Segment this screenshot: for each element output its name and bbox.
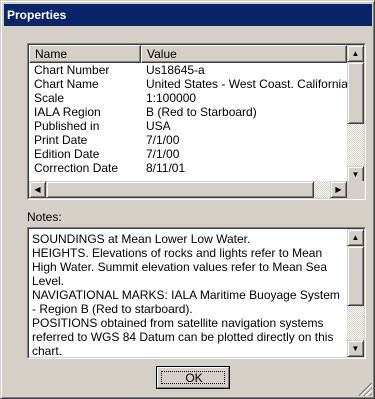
row-value-cell: Us18645-a [146,63,205,77]
scrollbar-corner [347,181,364,198]
row-value-cell: USA [146,119,171,133]
arrow-up-icon[interactable]: ▲ [347,45,364,62]
row-value-cell: 1:100000 [146,91,197,105]
list-row[interactable]: Correction Date 8/11/01 [29,161,347,175]
resize-grip-icon[interactable] [359,383,372,396]
ok-button[interactable]: OK [156,366,230,389]
notes-text[interactable]: SOUNDINGS at Mean Lower Low Water. HEIGH… [32,232,344,356]
list-row[interactable]: Chart Name United States - West Coast. Ca… [29,77,347,91]
list-vscroll-thumb[interactable] [347,62,364,124]
list-row[interactable]: Chart Number Us18645-a [29,63,347,77]
row-name-cell: Print Date [34,133,88,147]
row-value-cell: 8/11/01 [146,161,186,175]
notes-box[interactable]: SOUNDINGS at Mean Lower Low Water. HEIGH… [27,227,366,359]
arrow-down-icon[interactable]: ▼ [347,340,364,357]
list-row[interactable]: IALA Region B (Red to Starboard) [29,105,347,119]
list-row[interactable]: Edition Date 7/1/00 [29,147,347,161]
row-name-cell: Correction Date [34,161,119,175]
row-value-cell: 7/1/00 [146,147,180,161]
column-header-name[interactable]: Name [29,45,141,63]
list-rows: Chart Number Us18645-a Chart Name United St… [29,63,347,175]
list-hscroll-thumb[interactable] [46,181,314,198]
column-header-value[interactable]: Value [141,45,347,63]
row-value-cell: B (Red to Starboard) [146,105,257,119]
notes-vertical-scrollbar[interactable]: ▲ ▼ [347,229,364,357]
row-name-cell: Edition Date [34,147,100,161]
list-vertical-scrollbar[interactable]: ▲ ▼ [347,45,364,183]
list-row[interactable]: Scale 1:100000 [29,91,347,105]
arrow-right-icon[interactable]: ▶ [330,181,347,198]
notes-label: Notes: [27,210,62,224]
ok-label: OK [185,371,203,385]
row-name-cell: Published in [34,119,100,133]
arrow-up-icon[interactable]: ▲ [347,229,364,246]
row-name-cell: Scale [34,91,65,105]
arrow-left-icon[interactable]: ◀ [29,181,46,198]
row-name-cell: IALA Region [34,105,101,119]
properties-dialog: Properties Name Value Chart Number Us1864… [0,0,375,399]
row-name-cell: Chart Name [34,77,99,91]
notes-vscroll-thumb[interactable] [347,246,364,306]
list-row[interactable]: Print Date 7/1/00 [29,133,347,147]
dialog-title: Properties [4,4,372,26]
properties-list[interactable]: Name Value Chart Number Us18645-a Chart Na… [27,43,366,200]
row-value-cell: United States - West Coast. California. [146,77,347,91]
list-header: Name Value [29,45,347,63]
row-value-cell: 7/1/00 [146,133,180,147]
list-row[interactable]: Published in USA [29,119,347,133]
list-horizontal-scrollbar[interactable]: ◀ ▶ [29,181,347,198]
row-name-cell: Chart Number [34,63,110,77]
